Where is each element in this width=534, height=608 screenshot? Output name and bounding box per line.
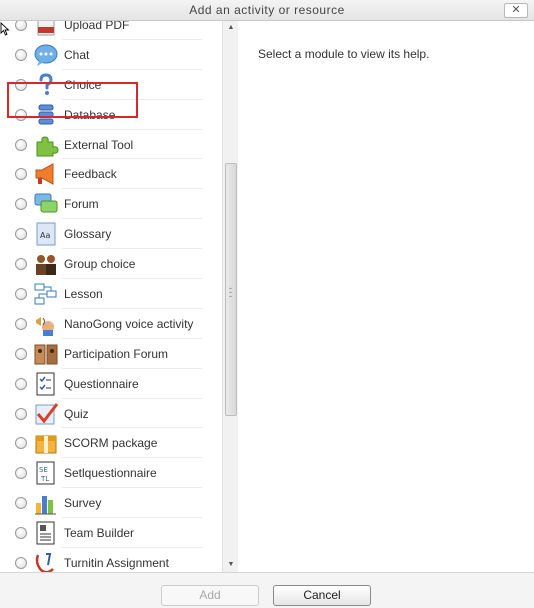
radio-button[interactable] — [15, 21, 27, 31]
voice-icon — [33, 312, 59, 336]
module-option-turnitin-assignment[interactable]: Turnitin Assignment — [0, 548, 222, 572]
module-option-team-builder[interactable]: Team Builder — [0, 518, 222, 549]
survey-icon — [33, 491, 59, 515]
puzzle-icon — [33, 133, 59, 157]
module-option-nanogong-voice-activity[interactable]: NanoGong voice activity — [0, 309, 222, 339]
question-mark-icon — [33, 73, 59, 97]
module-option-group-choice[interactable]: Group choice — [0, 249, 222, 280]
setl-icon: SE TL — [33, 461, 59, 485]
radio-button[interactable] — [15, 138, 27, 151]
svg-text:SE: SE — [39, 466, 48, 474]
radio-button[interactable] — [15, 407, 27, 420]
quiz-icon — [33, 402, 59, 426]
radio-button[interactable] — [15, 258, 27, 271]
scroll-down-arrow-icon[interactable]: ▼ — [223, 558, 239, 572]
radio-button[interactable] — [15, 288, 27, 301]
module-label[interactable]: Lesson — [64, 287, 103, 301]
module-option-setlquestionnaire[interactable]: SE TL Setlquestionnaire — [0, 458, 222, 489]
module-option-participation-forum[interactable]: Participation Forum — [0, 339, 222, 369]
turnitin-icon — [33, 551, 59, 572]
module-label[interactable]: SCORM package — [64, 436, 157, 450]
module-label[interactable]: Turnitin Assignment — [64, 556, 169, 570]
module-label[interactable]: Participation Forum — [64, 347, 168, 361]
module-label[interactable]: Group choice — [64, 257, 135, 271]
scorm-icon — [33, 431, 59, 455]
radio-button[interactable] — [15, 467, 27, 480]
module-label[interactable]: Setlquestionnaire — [64, 466, 157, 480]
radio-button[interactable] — [15, 557, 27, 570]
radio-button[interactable] — [15, 168, 27, 181]
radio-button[interactable] — [15, 497, 27, 510]
module-label[interactable]: Forum — [64, 197, 99, 211]
cancel-button[interactable]: Cancel — [273, 585, 371, 606]
module-option-upload-pdf[interactable]: Upload PDF — [0, 21, 222, 40]
dialog-titlebar: Add an activity or resource ✕ — [0, 0, 534, 21]
module-label[interactable]: Feedback — [64, 167, 117, 181]
module-label[interactable]: Database — [64, 108, 115, 122]
lesson-icon — [33, 282, 59, 306]
forum-icon — [33, 192, 59, 216]
module-option-survey[interactable]: Survey — [0, 488, 222, 519]
module-label[interactable]: External Tool — [64, 138, 133, 152]
module-label[interactable]: Glossary — [64, 227, 111, 241]
database-icon — [33, 103, 59, 127]
module-list-scrollbar[interactable]: ▲ --- ▼ — [222, 21, 238, 572]
close-button[interactable]: ✕ — [504, 3, 528, 18]
module-label[interactable]: Questionnaire — [64, 377, 139, 391]
module-option-database[interactable]: Database — [0, 100, 222, 130]
radio-button[interactable] — [15, 377, 27, 390]
module-label[interactable]: Quiz — [64, 407, 89, 421]
module-list-content: Upload PDF Chat Choice Database External Too… — [0, 21, 222, 572]
module-option-feedback[interactable]: Feedback — [0, 159, 222, 190]
module-option-chat[interactable]: Chat — [0, 40, 222, 70]
glossary-icon: Aa — [33, 222, 59, 246]
radio-button[interactable] — [15, 437, 27, 450]
module-label[interactable]: Upload PDF — [64, 21, 129, 32]
module-option-glossary[interactable]: Aa Glossary — [0, 219, 222, 250]
module-option-choice[interactable]: Choice — [0, 70, 222, 100]
scrollbar-grip-icon: --- — [229, 283, 232, 301]
dialog-footer: Add Cancel — [0, 572, 534, 608]
team-builder-icon — [33, 521, 59, 545]
radio-button[interactable] — [15, 198, 27, 211]
scrollbar-thumb[interactable]: --- — [225, 163, 237, 416]
chat-icon — [33, 43, 59, 67]
dialog-title: Add an activity or resource — [189, 3, 345, 17]
radio-button[interactable] — [15, 78, 27, 91]
module-option-questionnaire[interactable]: Questionnaire — [0, 369, 222, 399]
radio-button[interactable] — [15, 527, 27, 540]
svg-text:Aa: Aa — [40, 231, 50, 240]
questionnaire-icon — [33, 372, 59, 396]
svg-text:TL: TL — [40, 475, 49, 483]
module-option-external-tool[interactable]: External Tool — [0, 130, 222, 160]
mouse-cursor-icon — [0, 22, 10, 36]
module-label[interactable]: Survey — [64, 496, 101, 510]
module-option-scorm-package[interactable]: SCORM package — [0, 428, 222, 459]
help-text: Select a module to view its help. — [258, 47, 430, 61]
module-option-forum[interactable]: Forum — [0, 189, 222, 220]
radio-button[interactable] — [15, 317, 27, 330]
module-option-quiz[interactable]: Quiz — [0, 399, 222, 429]
pdf-icon — [33, 21, 59, 37]
module-label[interactable]: Team Builder — [64, 526, 134, 540]
radio-button[interactable] — [15, 108, 27, 121]
radio-button[interactable] — [15, 347, 27, 360]
module-label[interactable]: NanoGong voice activity — [64, 317, 193, 331]
module-list: Upload PDF Chat Choice Database External Too… — [0, 21, 238, 572]
module-option-lesson[interactable]: Lesson — [0, 279, 222, 309]
participation-icon — [33, 342, 59, 366]
scroll-up-arrow-icon[interactable]: ▲ — [223, 21, 239, 35]
radio-button[interactable] — [15, 48, 27, 61]
radio-button[interactable] — [15, 228, 27, 241]
module-label[interactable]: Chat — [64, 48, 89, 62]
module-label[interactable]: Choice — [64, 78, 101, 92]
group-icon — [33, 252, 59, 276]
help-pane: Select a module to view its help. — [239, 21, 534, 572]
megaphone-icon — [33, 162, 59, 186]
add-button[interactable]: Add — [161, 585, 259, 606]
